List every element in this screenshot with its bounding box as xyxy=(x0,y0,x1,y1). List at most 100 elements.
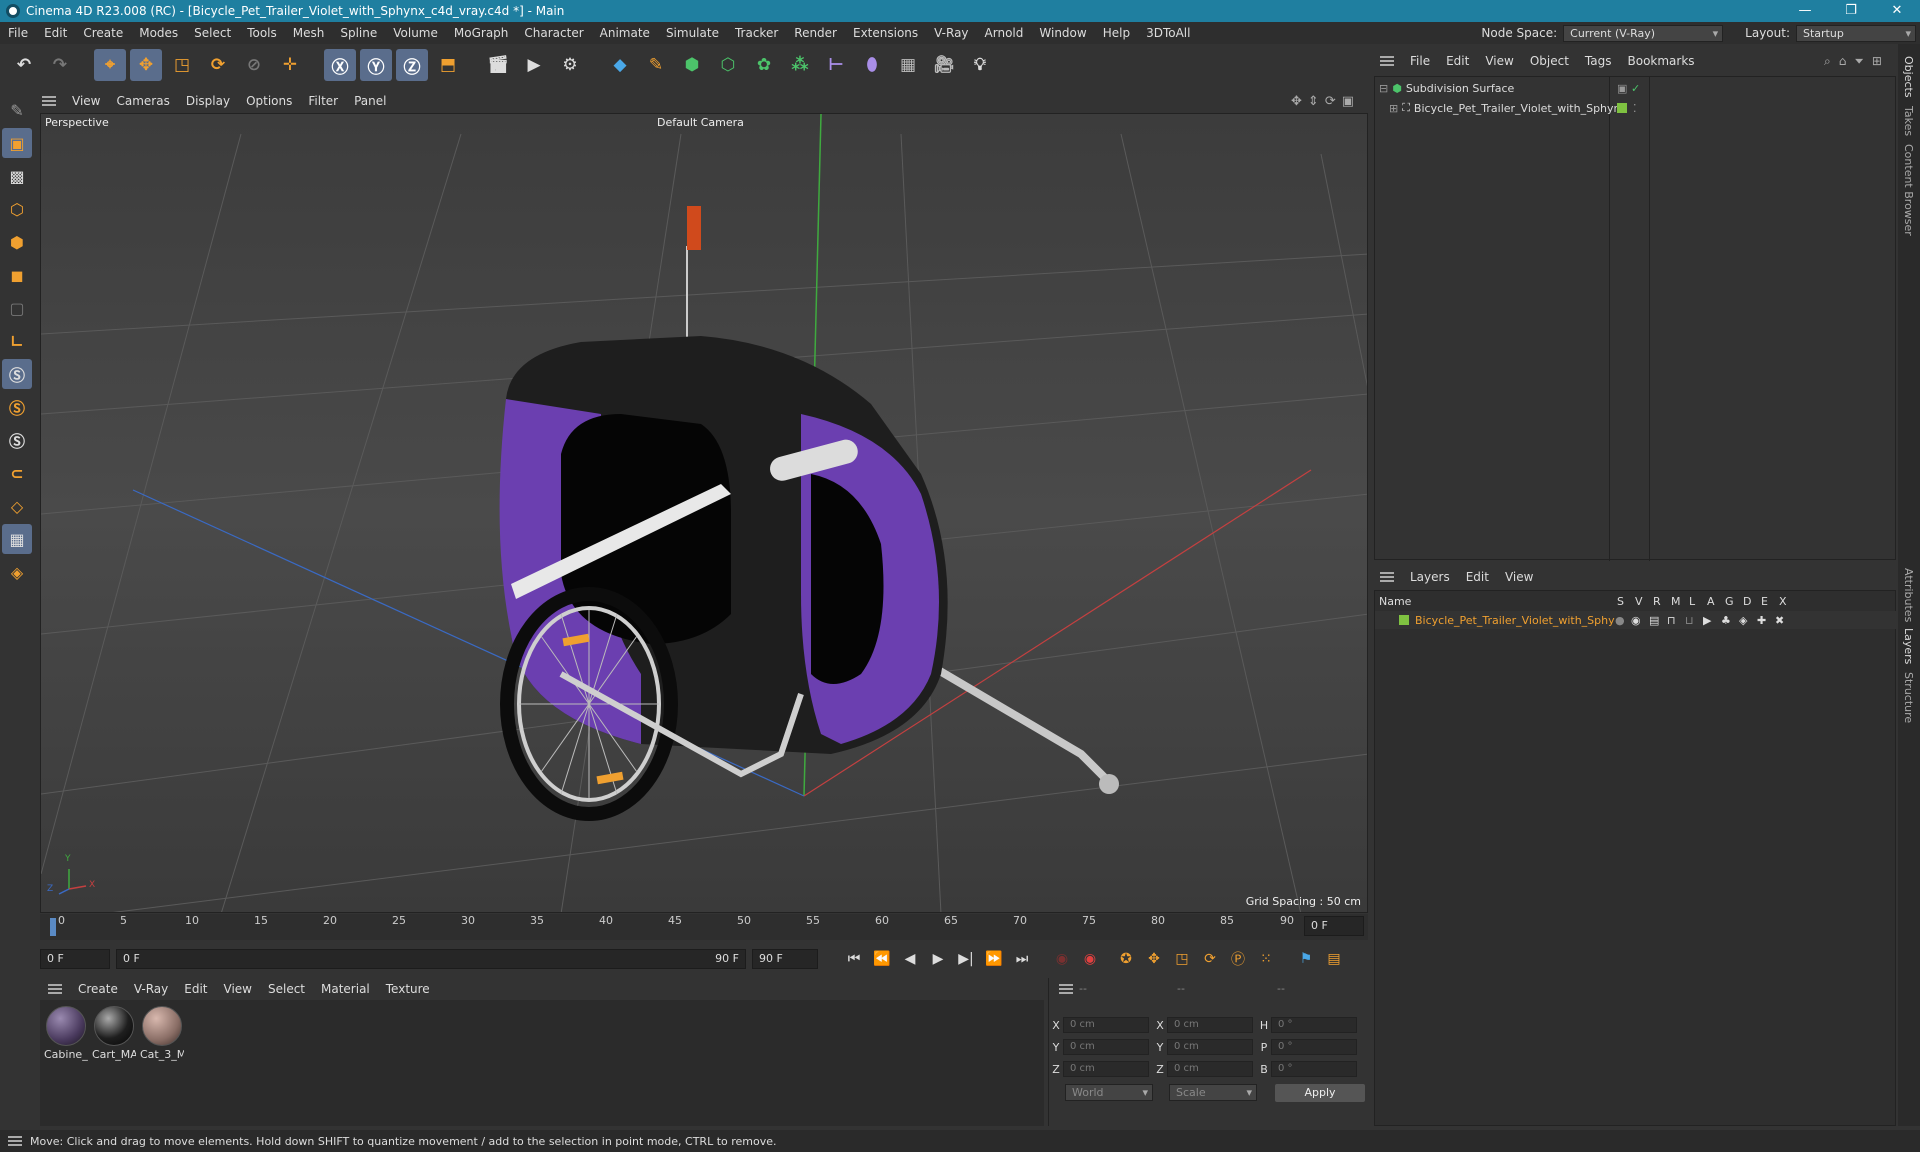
key-pla-icon[interactable]: ⁙ xyxy=(1254,947,1278,971)
layer-visible-icon[interactable]: ◉ xyxy=(1631,614,1641,627)
size-x-field[interactable]: 0 cm xyxy=(1167,1017,1253,1033)
move-tool-icon[interactable]: ✥ xyxy=(130,49,162,81)
key-parameter-icon[interactable]: Ⓟ xyxy=(1226,947,1250,971)
status-hamburger-icon[interactable] xyxy=(8,1136,22,1146)
menu-character[interactable]: Character xyxy=(516,26,591,40)
size-y-field[interactable]: 0 cm xyxy=(1167,1039,1253,1055)
go-to-end-icon[interactable]: ⏭ xyxy=(1010,947,1034,971)
workplane-snap-icon[interactable]: Ⓢ xyxy=(2,425,32,455)
previous-key-icon[interactable]: ⏪ xyxy=(870,947,894,971)
cloner-icon[interactable]: ✿ xyxy=(748,49,780,81)
object-row-trailer[interactable]: ⊞ ⛶ Bicycle_Pet_Trailer_Violet_with_Sphy… xyxy=(1375,99,1897,117)
layer-deformers-icon[interactable]: ◈ xyxy=(1739,614,1747,627)
field-icon[interactable]: ⬮ xyxy=(856,49,888,81)
viewport-menu-panel[interactable]: Panel xyxy=(346,94,394,108)
objects-menu-tags[interactable]: Tags xyxy=(1577,54,1620,68)
tab-layers[interactable]: Layers xyxy=(1902,628,1915,664)
point-mode-icon[interactable]: ⬡ xyxy=(2,194,32,224)
subdivision-generator-icon[interactable]: ⬢ xyxy=(676,49,708,81)
menu-file[interactable]: File xyxy=(0,26,36,40)
layout-dropdown[interactable]: Startup xyxy=(1796,24,1916,42)
menu-help[interactable]: Help xyxy=(1095,26,1138,40)
texture-mode-icon[interactable]: ▩ xyxy=(2,161,32,191)
objects-hamburger-icon[interactable] xyxy=(1380,56,1394,66)
menu-simulate[interactable]: Simulate xyxy=(658,26,727,40)
menu-vray[interactable]: V-Ray xyxy=(926,26,976,40)
menu-tools[interactable]: Tools xyxy=(239,26,285,40)
frame-range-slider[interactable]: 0 F 90 F xyxy=(116,949,746,969)
position-y-field[interactable]: 0 cm xyxy=(1063,1039,1149,1055)
expand-icon[interactable]: ⊞ xyxy=(1389,102,1398,115)
material-swatch[interactable]: Cart_MA xyxy=(92,1006,136,1061)
deformer-icon[interactable]: ⊢ xyxy=(820,49,852,81)
objects-menu-file[interactable]: File xyxy=(1402,54,1438,68)
record-disabled-icon[interactable]: ◉ xyxy=(1050,947,1074,971)
layer-animation-icon[interactable]: ▶ xyxy=(1703,614,1711,627)
tab-structure[interactable]: Structure xyxy=(1902,672,1915,723)
material-menu-view[interactable]: View xyxy=(216,982,260,996)
layer-manager-icon[interactable]: ⊓ xyxy=(1667,614,1676,627)
material-menu-texture[interactable]: Texture xyxy=(378,982,438,996)
autokey-icon[interactable]: ◉ xyxy=(1078,947,1102,971)
menu-tracker[interactable]: Tracker xyxy=(727,26,786,40)
render-picture-viewer-icon[interactable]: ▶ xyxy=(518,49,550,81)
position-x-field[interactable]: 0 cm xyxy=(1063,1017,1149,1033)
camera-icon[interactable]: 🎥︎ xyxy=(928,49,960,81)
menu-window[interactable]: Window xyxy=(1031,26,1094,40)
key-position-icon[interactable]: ✥ xyxy=(1142,947,1166,971)
layer-generators-icon[interactable]: ♣ xyxy=(1721,614,1731,627)
menu-edit[interactable]: Edit xyxy=(36,26,75,40)
grid-workplane-icon[interactable]: ▦ xyxy=(2,524,32,554)
motion-system-icon[interactable]: ⚑ xyxy=(1294,947,1318,971)
edge-mode-icon[interactable]: ⬢ xyxy=(2,227,32,257)
layer-solo-icon[interactable]: ● xyxy=(1615,614,1625,627)
menu-modes[interactable]: Modes xyxy=(131,26,186,40)
3d-viewport[interactable]: Perspective Default Camera Grid Spacing … xyxy=(40,113,1368,913)
menu-extensions[interactable]: Extensions xyxy=(845,26,926,40)
enabled-check-icon[interactable]: ✓ xyxy=(1631,82,1640,95)
visibility-toggle-icon[interactable]: ▣ xyxy=(1617,82,1627,95)
layer-locked-icon[interactable]: ⊔ xyxy=(1685,614,1694,627)
coords-hamburger-icon[interactable] xyxy=(1059,984,1073,994)
material-menu-select[interactable]: Select xyxy=(260,982,313,996)
extrude-generator-icon[interactable]: ⬡ xyxy=(712,49,744,81)
layers-menu-view[interactable]: View xyxy=(1497,570,1541,584)
coordinate-space-dropdown[interactable]: World xyxy=(1065,1084,1153,1101)
material-menu-vray[interactable]: V-Ray xyxy=(126,982,176,996)
play-icon[interactable]: ▶ xyxy=(926,947,950,971)
viewport-nav-icons[interactable]: ✥⇕⟳▣ xyxy=(1291,94,1360,109)
viewport-menu-filter[interactable]: Filter xyxy=(300,94,346,108)
redo-icon[interactable]: ↷ xyxy=(44,49,76,81)
next-key-icon[interactable]: ⏩ xyxy=(982,947,1006,971)
camera-label[interactable]: Default Camera xyxy=(657,116,744,129)
viewport-hamburger-icon[interactable] xyxy=(42,96,56,106)
menu-render[interactable]: Render xyxy=(786,26,845,40)
light-icon[interactable]: 💡︎ xyxy=(964,49,996,81)
render-view-icon[interactable]: 🎬︎ xyxy=(482,49,514,81)
rotate-tool-icon[interactable]: ⟳ xyxy=(202,49,234,81)
layer-row[interactable]: Bicycle_Pet_Trailer_Violet_with_Sphynx ●… xyxy=(1375,611,1897,629)
rotation-b-field[interactable]: 0 ° xyxy=(1271,1061,1357,1077)
material-menu-create[interactable]: Create xyxy=(70,982,126,996)
key-rotation-icon[interactable]: ⟳ xyxy=(1198,947,1222,971)
menu-create[interactable]: Create xyxy=(75,26,131,40)
x-axis-lock-icon[interactable]: Ⓧ xyxy=(324,49,356,81)
layers-menu-layers[interactable]: Layers xyxy=(1402,570,1458,584)
menu-volume[interactable]: Volume xyxy=(385,26,446,40)
apply-button[interactable]: Apply xyxy=(1275,1084,1365,1102)
layers-hamburger-icon[interactable] xyxy=(1380,572,1394,582)
polygon-mode-icon[interactable]: ◼ xyxy=(2,260,32,290)
go-to-start-icon[interactable]: ⏮ xyxy=(842,947,866,971)
material-swatch[interactable]: Cabine_I xyxy=(44,1006,88,1061)
keyframe-selection-icon[interactable]: ✪ xyxy=(1114,947,1138,971)
timeline-ruler[interactable]: 0 5 10 15 20 25 30 35 40 45 50 55 60 65 … xyxy=(40,914,1368,940)
axis-mode-icon[interactable]: ∟ xyxy=(2,326,32,356)
start-frame-field[interactable]: 0 F xyxy=(40,949,110,969)
viewport-menu-display[interactable]: Display xyxy=(178,94,238,108)
make-editable-icon[interactable]: ✎ xyxy=(2,95,32,125)
y-axis-lock-icon[interactable]: Ⓨ xyxy=(360,49,392,81)
menu-animate[interactable]: Animate xyxy=(592,26,658,40)
scale-tool-icon[interactable]: ◳ xyxy=(166,49,198,81)
restore-icon[interactable]: ❐ xyxy=(1828,0,1874,22)
current-frame-field[interactable]: 0 F xyxy=(1304,916,1364,936)
